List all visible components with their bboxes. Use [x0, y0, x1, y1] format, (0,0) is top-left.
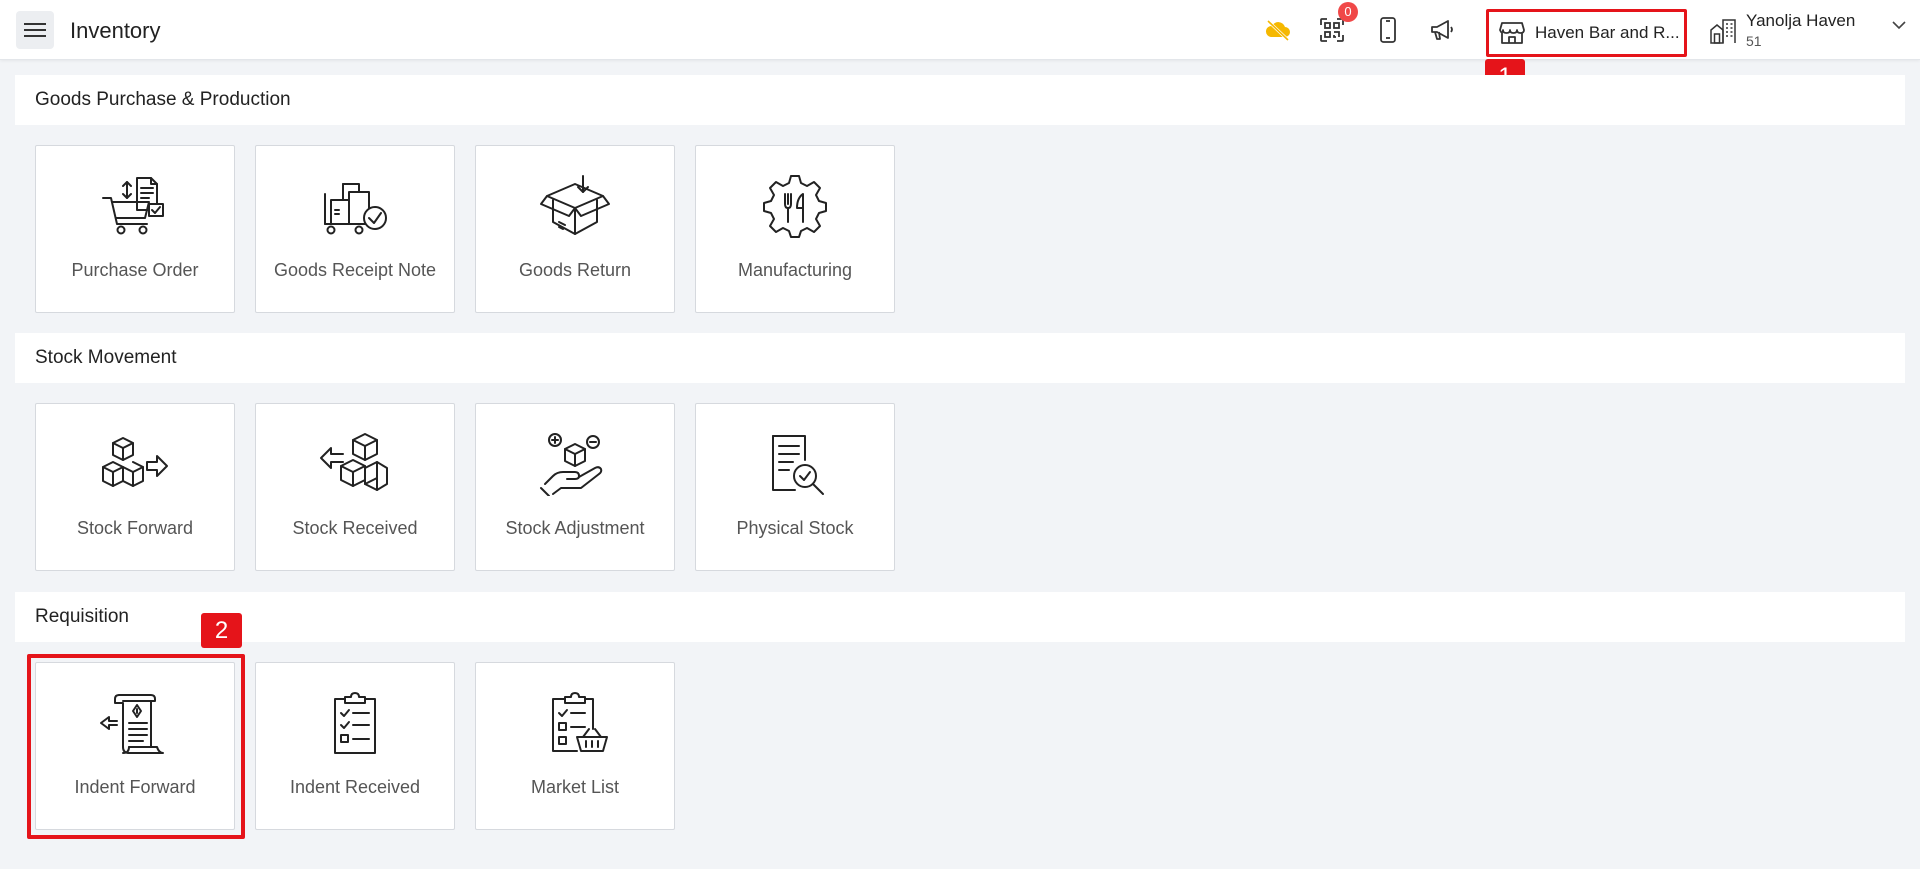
- mobile-device-button[interactable]: [1372, 14, 1404, 46]
- tile-physical-stock[interactable]: Physical Stock: [695, 403, 895, 571]
- offline-sync-button[interactable]: [1262, 14, 1294, 46]
- tile-goods-receipt-note[interactable]: Goods Receipt Note: [255, 145, 455, 313]
- page-title: Inventory: [70, 18, 161, 43]
- announcements-button[interactable]: [1426, 14, 1458, 46]
- gear-utensils-icon: [763, 175, 827, 238]
- qr-orders-button[interactable]: 0: [1316, 2, 1358, 46]
- tile-stock-forward[interactable]: Stock Forward: [35, 403, 235, 571]
- tile-label: Indent Received: [289, 777, 421, 797]
- tile-stock-adjustment[interactable]: Stock Adjustment: [475, 403, 675, 571]
- box-return-icon: [540, 175, 610, 235]
- tile-goods-return[interactable]: Goods Return: [475, 145, 675, 313]
- tile-label: Stock Received: [292, 518, 418, 538]
- boxes-arrow-right-icon: [102, 437, 168, 487]
- tile-purchase-order[interactable]: Purchase Order: [35, 145, 235, 313]
- qr-scan-icon: [1320, 18, 1344, 42]
- boxes-arrow-left-icon: [320, 433, 388, 491]
- organization-code: 51: [1746, 33, 1762, 49]
- tile-label: Goods Receipt Note: [273, 260, 437, 280]
- tile-manufacturing[interactable]: Manufacturing: [695, 145, 895, 313]
- top-app-bar: Inventory 0 Haven Bar and R... Yanolja H…: [0, 0, 1920, 60]
- clipboard-basket-icon: [552, 692, 608, 752]
- tile-market-list[interactable]: Market List: [475, 662, 675, 830]
- section-title: Stock Movement: [35, 347, 177, 368]
- section-header-stock-movement: Stock Movement: [15, 333, 1905, 383]
- cloud-off-icon: [1265, 19, 1290, 41]
- menu-button[interactable]: [16, 11, 54, 49]
- section-title: Requisition: [35, 606, 129, 627]
- outlet-name: Haven Bar and R...: [1535, 23, 1680, 42]
- delivery-check-icon: [324, 183, 387, 235]
- tile-label: Physical Stock: [736, 518, 854, 538]
- document-search-check-icon: [772, 435, 824, 495]
- tile-label: Market List: [530, 777, 620, 797]
- tile-label: Stock Adjustment: [505, 518, 645, 538]
- hand-box-plus-minus-icon: [540, 433, 603, 496]
- annotation-highlight-indent-forward: [27, 654, 245, 839]
- hamburger-icon: [24, 23, 46, 37]
- tile-label: Purchase Order: [71, 260, 199, 280]
- shopping-cart-document-icon: [102, 177, 164, 235]
- section-header-requisition: Requisition: [15, 592, 1905, 642]
- outlet-selector[interactable]: Haven Bar and R...: [1486, 9, 1687, 57]
- section-header-goods-purchase: Goods Purchase & Production: [15, 75, 1905, 125]
- buildings-icon: [1710, 19, 1736, 44]
- tile-label: Stock Forward: [76, 518, 194, 538]
- notification-badge: 0: [1338, 2, 1358, 22]
- megaphone-icon: [1431, 20, 1453, 40]
- tile-label: Manufacturing: [737, 260, 853, 280]
- annotation-marker-2: 2: [201, 613, 242, 648]
- section-title: Goods Purchase & Production: [35, 89, 291, 110]
- tile-indent-received[interactable]: Indent Received: [255, 662, 455, 830]
- organization-name: Yanolja Haven: [1746, 11, 1856, 30]
- tile-stock-received[interactable]: Stock Received: [255, 403, 455, 571]
- storefront-icon: [1499, 22, 1525, 44]
- tile-label: Goods Return: [518, 260, 632, 280]
- chevron-down-icon: [1892, 21, 1906, 30]
- organization-switcher[interactable]: Yanolja Haven 51: [1708, 8, 1908, 52]
- mobile-phone-icon: [1380, 17, 1396, 43]
- clipboard-checklist-icon: [334, 692, 376, 754]
